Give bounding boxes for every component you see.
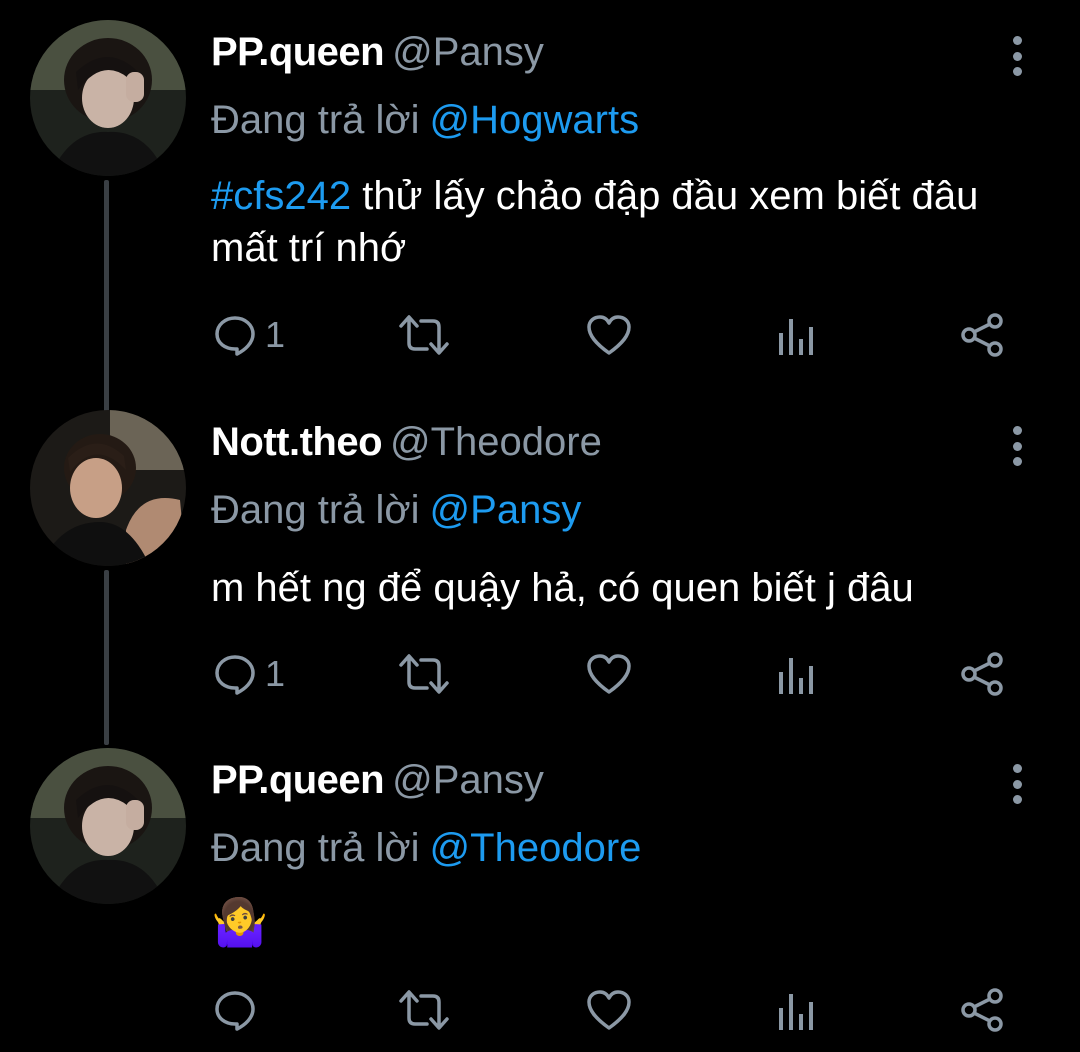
reply-prefix: Đang trả lời (211, 488, 420, 532)
reply-mention[interactable]: @Pansy (430, 488, 582, 532)
share-button[interactable] (959, 644, 1005, 704)
reply-count: 1 (265, 653, 286, 694)
thread-line (104, 180, 109, 430)
user-handle[interactable]: @Pansy (392, 758, 544, 802)
tweet-text: #cfs242 thử lấy chảo đập đầu xem biết đâ… (211, 170, 1011, 274)
action-bar: 1 (211, 305, 1021, 365)
display-name[interactable]: PP.queen (211, 758, 385, 802)
tweet-header: Nott.theo @Theodore (211, 418, 602, 466)
share-icon (961, 313, 1003, 357)
heart-icon (587, 990, 631, 1030)
heart-icon (587, 315, 631, 355)
replying-to: Đang trả lời @Theodore (211, 824, 641, 872)
avatar[interactable] (30, 20, 186, 176)
tweet[interactable]: PP.queen @Pansy Đang trả lời @Theodore 🤷‍♀… (0, 748, 1080, 1048)
retweet-button[interactable] (397, 980, 451, 1040)
display-name[interactable]: PP.queen (211, 30, 385, 74)
like-button[interactable] (585, 644, 633, 704)
analytics-icon (779, 994, 813, 1030)
user-handle[interactable]: @Pansy (392, 30, 544, 74)
heart-icon (587, 654, 631, 694)
retweet-icon (399, 990, 449, 1030)
avatar[interactable] (30, 748, 186, 904)
tweet[interactable]: Nott.theo @Theodore Đang trả lời @Pansy m … (0, 410, 1080, 745)
share-icon (961, 988, 1003, 1032)
action-bar: 1 (211, 644, 1021, 704)
reply-button[interactable] (213, 980, 265, 1040)
analytics-button[interactable] (777, 305, 817, 365)
avatar[interactable] (30, 410, 186, 566)
tweet-body: m hết ng để quậy hả, có quen biết j đâu (211, 566, 914, 610)
reply-button[interactable]: 1 (213, 644, 285, 704)
share-icon (961, 652, 1003, 696)
thread-line (104, 570, 109, 745)
reply-button[interactable]: 1 (213, 305, 285, 365)
comment-icon (215, 316, 255, 356)
retweet-icon (399, 315, 449, 355)
reply-mention[interactable]: @Hogwarts (430, 98, 640, 142)
reply-prefix: Đang trả lời (211, 98, 420, 142)
reply-mention[interactable]: @Theodore (430, 826, 642, 870)
share-button[interactable] (959, 305, 1005, 365)
analytics-button[interactable] (777, 644, 817, 704)
shrug-emoji: 🤷‍♀️ (211, 896, 269, 948)
retweet-icon (399, 654, 449, 694)
more-options-icon[interactable] (1002, 426, 1032, 466)
tweet-text: m hết ng để quậy hả, có quen biết j đâu (211, 562, 1051, 614)
share-button[interactable] (959, 980, 1005, 1040)
replying-to: Đang trả lời @Pansy (211, 486, 581, 534)
more-options-icon[interactable] (1002, 36, 1032, 76)
comment-icon (215, 655, 255, 695)
reply-count: 1 (265, 314, 286, 355)
retweet-button[interactable] (397, 305, 451, 365)
like-button[interactable] (585, 305, 633, 365)
comment-icon (215, 991, 255, 1031)
tweet[interactable]: PP.queen @Pansy Đang trả lời @Hogwarts #cf… (0, 20, 1080, 430)
more-options-icon[interactable] (1002, 764, 1032, 804)
retweet-button[interactable] (397, 644, 451, 704)
analytics-icon (779, 658, 813, 694)
hashtag[interactable]: #cfs242 (211, 174, 351, 218)
replying-to: Đang trả lời @Hogwarts (211, 96, 639, 144)
tweet-header: PP.queen @Pansy (211, 28, 544, 76)
user-handle[interactable]: @Theodore (390, 420, 602, 464)
tweet-thread: PP.queen @Pansy Đang trả lời @Hogwarts #cf… (0, 0, 1080, 1052)
action-bar (211, 980, 1021, 1040)
analytics-icon (779, 319, 813, 355)
tweet-text: 🤷‍♀️ (211, 896, 1011, 951)
like-button[interactable] (585, 980, 633, 1040)
reply-prefix: Đang trả lời (211, 826, 420, 870)
display-name[interactable]: Nott.theo (211, 420, 383, 464)
tweet-header: PP.queen @Pansy (211, 756, 544, 804)
analytics-button[interactable] (777, 980, 817, 1040)
